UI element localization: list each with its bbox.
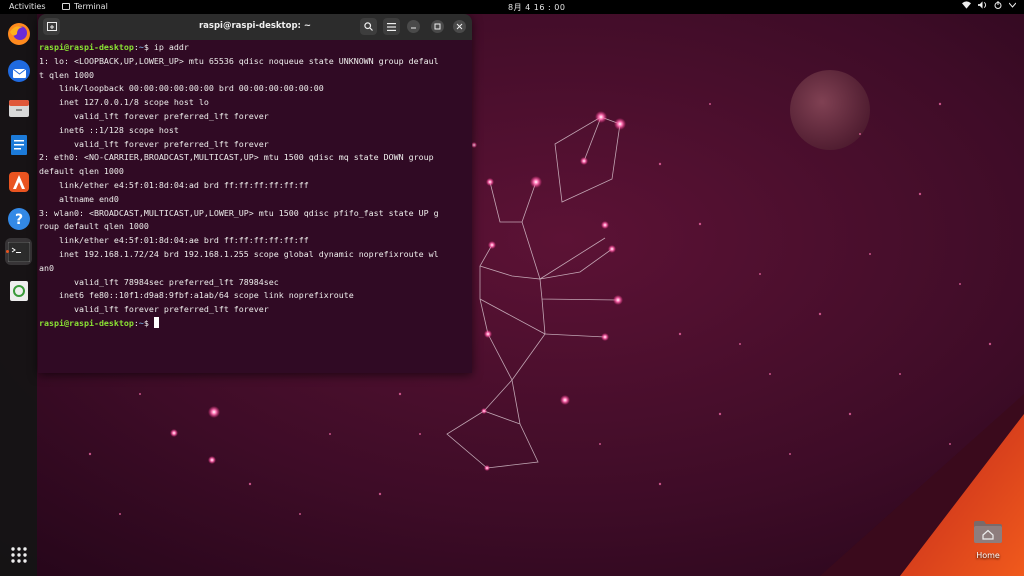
svg-text:?: ? [14,212,22,228]
trash-icon [9,280,28,301]
terminal-header-bar[interactable]: raspi@raspi-desktop: ~ [38,14,472,40]
output-line: valid_lft forever preferred_lft forever [39,110,269,121]
help-icon: ? [7,207,30,230]
home-folder-icon [974,521,1002,543]
output-line: 2: eth0: <NO-CARRIER,BROADCAST,MULTICAST… [39,152,434,163]
dock-help[interactable]: ? [5,205,32,232]
command-line: raspi@raspi-desktop:~$ ip addr [39,42,189,52]
prompt-symbol: $ [143,317,149,328]
dock-writer[interactable] [5,131,32,158]
menu-button[interactable] [383,18,400,35]
running-indicator [6,250,9,253]
output-line: link/ether e4:5f:01:8d:04:ae brd ff:ff:f… [39,235,309,246]
maximize-button[interactable] [431,20,444,33]
app-menu-label: Terminal [74,2,108,11]
dock-thunderbird[interactable] [5,57,32,84]
hamburger-menu-icon [387,22,396,31]
prompt-user: raspi@raspi-desktop [39,317,134,328]
minimize-icon [411,27,416,29]
writer-icon [10,134,27,155]
output-line: valid_lft forever preferred_lft forever [39,304,269,315]
output-line: inet 127.0.0.1/8 scope host lo [39,97,209,108]
output-line: 3: wlan0: <BROADCAST,MULTICAST,UP,LOWER_… [39,207,439,218]
power-icon [994,1,1002,9]
output-line: valid_lft 78984sec preferred_lft 78984se… [39,276,279,287]
output-line: link/ether e4:5f:01:8d:04:ad brd ff:ff:f… [39,179,309,190]
dock-terminal[interactable] [5,238,32,265]
top-bar: Activities Terminal 8月 4 16 : 00 [0,0,1024,14]
output-line: link/loopback 00:00:00:00:00:00 brd 00:0… [39,83,324,94]
output-line: inet 192.168.1.72/24 brd 192.168.1.255 s… [39,248,439,259]
output-line: roup default qlen 1000 [39,221,149,232]
maximize-icon [434,23,441,30]
terminal-output[interactable]: raspi@raspi-desktop:~$ ip addr 1: lo: <LO… [38,40,472,331]
volume-icon [978,1,987,9]
chevron-down-icon [1009,2,1016,8]
text-cursor [153,316,159,328]
output-line: 1: lo: <LOOPBACK,UP,LOWER_UP> mtu 65536 … [39,55,439,66]
terminal-app-icon [62,3,70,10]
terminal-window[interactable]: raspi@raspi-desktop: ~ raspi@raspi-deskt… [38,14,472,373]
software-store-icon [8,171,29,192]
output-line: an0 [39,262,54,273]
minimize-button[interactable] [407,20,420,33]
thunderbird-icon [7,59,30,82]
terminal-icon [7,241,30,262]
dock-software[interactable] [5,168,32,195]
activities-button[interactable]: Activities [9,2,46,11]
search-button[interactable] [360,18,377,35]
dock-firefox[interactable] [5,20,32,47]
show-apps-button[interactable] [5,541,32,568]
active-prompt-line[interactable]: raspi@raspi-desktop:~$ [39,316,472,331]
files-icon [8,99,29,117]
close-button[interactable] [453,20,466,33]
firefox-icon [7,22,30,45]
wifi-icon [962,1,971,9]
app-menu[interactable]: Terminal [62,2,108,11]
home-folder-label: Home [976,551,1000,560]
output-line: altname end0 [39,193,119,204]
prompt-user: raspi@raspi-desktop [39,42,134,52]
clock[interactable]: 8月 4 16 : 00 [508,2,565,13]
system-tray[interactable] [962,1,1016,9]
prompt-symbol: $ [143,42,149,52]
dock: ? [0,14,37,576]
output-line: inet6 fe80::10f1:d9a8:9fbf:a1ab/64 scope… [39,290,354,301]
dock-files[interactable] [5,94,32,121]
output-line: valid_lft forever preferred_lft forever [39,138,269,149]
dock-trash[interactable] [5,277,32,304]
output-line: inet6 ::1/128 scope host [39,124,179,135]
wallpaper-moon [790,70,870,150]
desktop-home-folder[interactable]: Home [970,520,1006,560]
app-grid-icon [10,546,27,563]
search-icon [364,22,373,31]
output-line: t qlen 1000 [39,69,94,80]
command-text: ip addr [153,42,189,52]
close-icon [456,23,463,30]
command-output: 1: lo: <LOOPBACK,UP,LOWER_UP> mtu 65536 … [39,55,472,317]
output-line: default qlen 1000 [39,166,124,177]
